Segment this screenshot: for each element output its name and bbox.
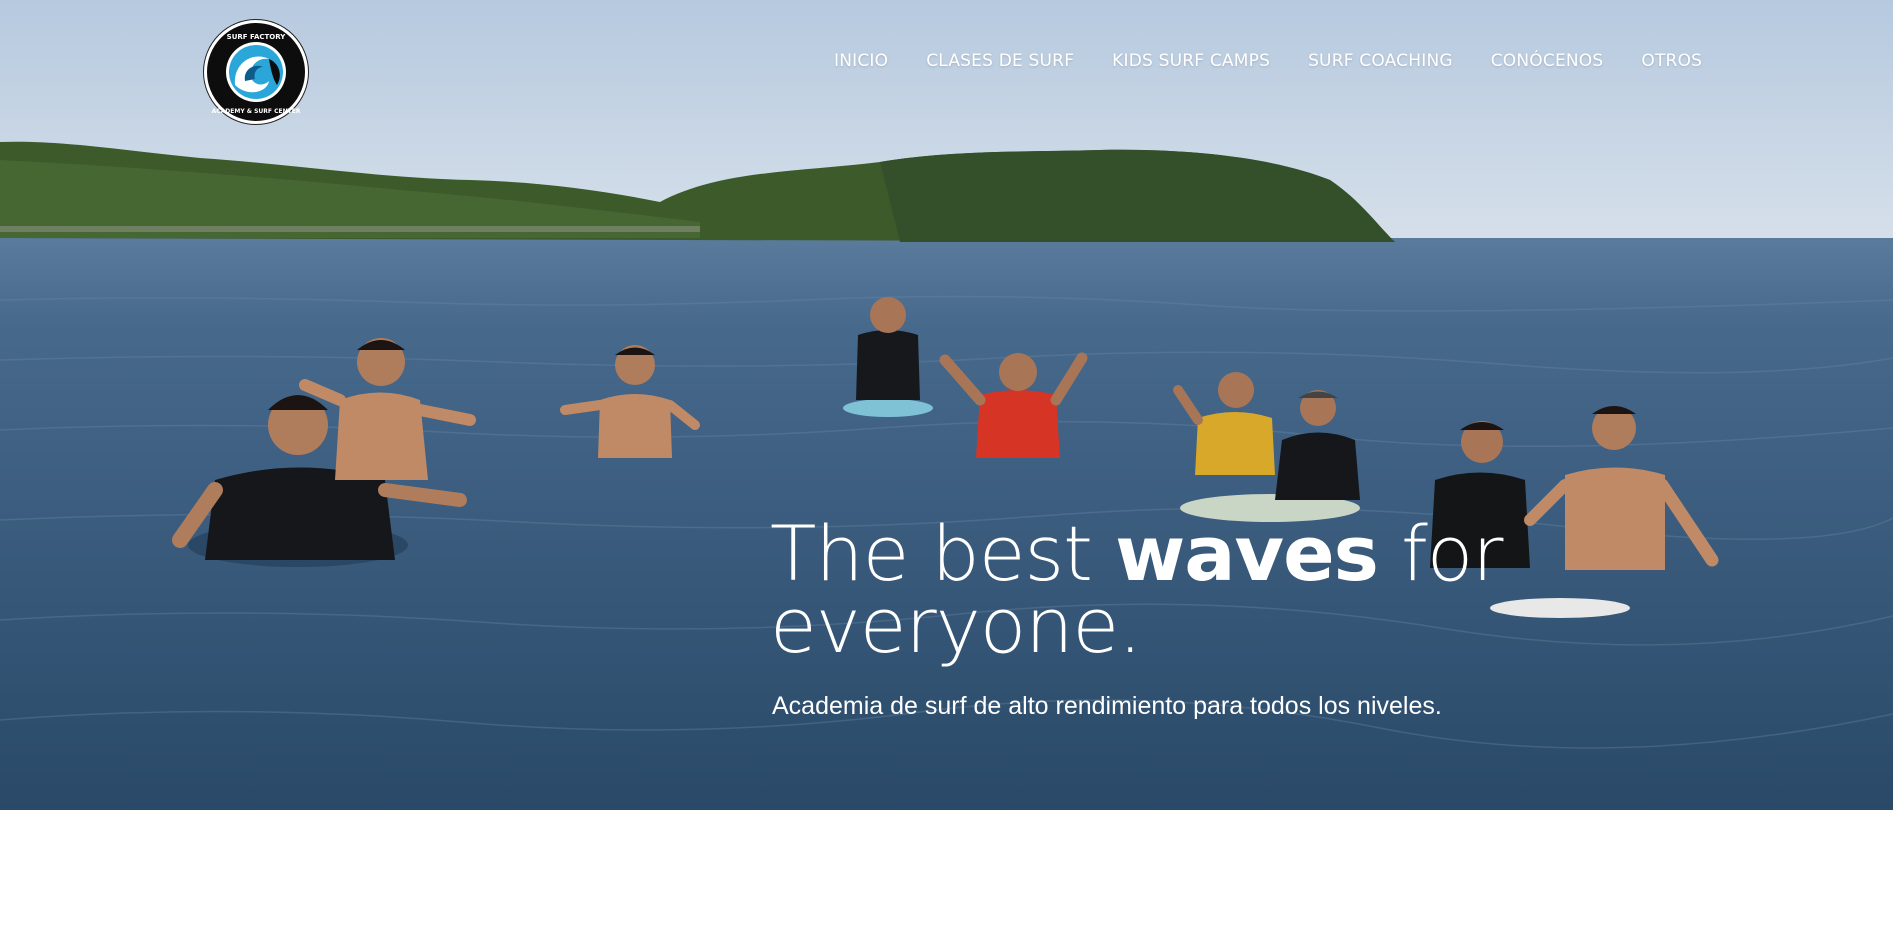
wave-icon: SURF FACTORY ACADEMY & SURF CENTER	[212, 28, 301, 116]
logo-ring-text-bottom: ACADEMY & SURF CENTER	[212, 108, 301, 115]
nav-item-conocenos[interactable]: CONÓCENOS	[1491, 51, 1604, 71]
hero-subtitle: Academia de surf de alto rendimiento par…	[772, 692, 1442, 720]
hero-section: SURF FACTORY ACADEMY & SURF CENTER INICI…	[0, 0, 1893, 810]
headline-bold-word: waves	[1115, 509, 1379, 598]
headline-line-2: everyone.	[770, 581, 1142, 670]
nav-item-kids-surf-camps[interactable]: KIDS SURF CAMPS	[1112, 51, 1270, 71]
nav-item-otros[interactable]: OTROS	[1641, 51, 1702, 71]
hero-headline: The best waves for everyone.	[770, 516, 1504, 664]
nav-item-clases-de-surf[interactable]: CLASES DE SURF	[926, 51, 1074, 71]
nav-item-inicio[interactable]: INICIO	[834, 51, 888, 71]
logo-ring-text-top: SURF FACTORY	[227, 33, 287, 41]
nav-item-surf-coaching[interactable]: SURF COACHING	[1308, 51, 1453, 71]
content-area-below-hero	[0, 810, 1893, 925]
surf-factory-logo[interactable]: SURF FACTORY ACADEMY & SURF CENTER	[204, 20, 308, 124]
headline-part-2: for	[1377, 509, 1504, 598]
hero-background-image	[0, 0, 1893, 810]
main-navigation: INICIO CLASES DE SURF KIDS SURF CAMPS SU…	[834, 51, 1702, 71]
